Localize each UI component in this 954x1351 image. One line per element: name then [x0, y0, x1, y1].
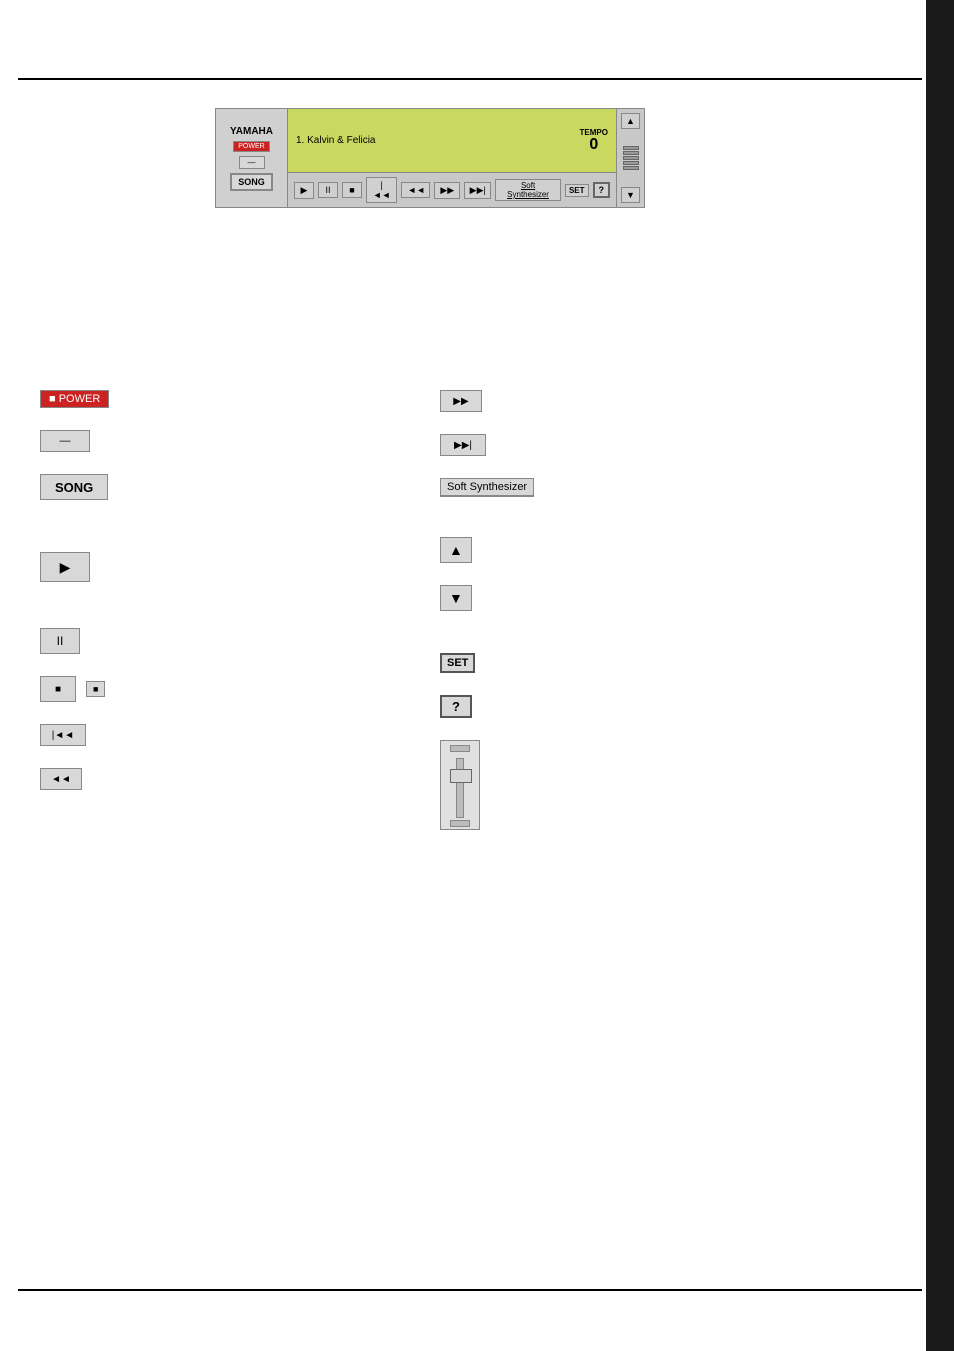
fast-forward-button[interactable]: ▶▶ — [440, 390, 482, 412]
down-arrow-item-group: ▼ — [440, 585, 780, 611]
skip-forward-button[interactable]: ▶▶| — [440, 434, 486, 456]
vol-bar-1 — [623, 146, 639, 150]
player-device: YAMAHA POWER — SONG 1. Kalvin & Felicia … — [215, 108, 645, 208]
play-btn-area: ▶ — [40, 552, 130, 582]
device-soft-synth-button[interactable]: Soft Synthesizer — [495, 179, 561, 201]
skip-fwd-btn-area: ▶▶| — [440, 434, 530, 456]
skip-back-item-group: |◄◄ — [40, 724, 380, 746]
question-item-group: ? — [440, 695, 780, 718]
device-play-button[interactable]: ▶ — [294, 182, 314, 199]
device-stop-button[interactable]: ■ — [342, 182, 362, 198]
device-skip-forward-button[interactable]: ▶▶| — [464, 182, 492, 199]
vol-bar-5 — [623, 166, 639, 170]
device-power-button[interactable]: POWER — [233, 141, 269, 152]
ff-btn-area: ▶▶ — [440, 390, 530, 412]
device-center-panel: 1. Kalvin & Felicia TEMPO 0 ▶ II ■ |◄◄ ◄… — [288, 109, 616, 207]
device-tempo-value: 0 — [589, 137, 598, 153]
device-question-button[interactable]: ? — [593, 182, 611, 198]
slider-bottom-cap — [450, 820, 470, 827]
device-tempo-area: TEMPO 0 — [580, 128, 608, 153]
volume-slider-area — [440, 740, 530, 830]
buttons-left-column: ■ POWER — SONG ▶ — [40, 390, 380, 852]
device-down-arrow-button[interactable]: ▼ — [621, 187, 640, 203]
down-arrow-btn-area: ▼ — [440, 585, 530, 611]
minus-button[interactable]: — — [40, 430, 90, 452]
device-right-panel: ▲ ▼ — [616, 109, 644, 207]
question-button[interactable]: ? — [440, 695, 472, 718]
spacer3 — [440, 519, 780, 537]
device-pause-button[interactable]: II — [318, 182, 338, 198]
play-button[interactable]: ▶ — [40, 552, 90, 582]
slider-thumb[interactable] — [450, 769, 472, 783]
pause-button[interactable]: II — [40, 628, 80, 654]
song-button[interactable]: SONG — [40, 474, 108, 500]
set-button[interactable]: SET — [440, 653, 475, 673]
up-arrow-button[interactable]: ▲ — [440, 537, 472, 563]
power-btn-area: ■ POWER — [40, 390, 130, 408]
question-btn-area: ? — [440, 695, 530, 718]
buttons-right-column: ▶▶ ▶▶| Soft Synthesizer ▲ — [440, 390, 780, 852]
rewind-button[interactable]: ◄◄ — [40, 768, 82, 790]
song-btn-area: SONG — [40, 474, 130, 500]
stop-button[interactable]: ■ — [40, 676, 76, 702]
spacer2 — [40, 604, 380, 628]
device-fast-forward-button[interactable]: ▶▶ — [434, 182, 459, 199]
rewind-btn-area: ◄◄ — [40, 768, 130, 790]
vol-bar-3 — [623, 156, 639, 160]
right-sidebar — [926, 0, 954, 1351]
rewind-item-group: ◄◄ — [40, 768, 380, 790]
vol-bar-2 — [623, 151, 639, 155]
set-item-group: SET — [440, 653, 780, 673]
vol-bar-4 — [623, 161, 639, 165]
minus-btn-area: — — [40, 430, 130, 452]
stop-item-group: ■ ■ — [40, 676, 380, 702]
device-up-arrow-button[interactable]: ▲ — [621, 113, 640, 129]
volume-slider-item-group — [440, 740, 780, 830]
soft-synth-btn-area: Soft Synthesizer — [440, 478, 534, 497]
set-btn-area: SET — [440, 653, 530, 673]
power-button[interactable]: ■ POWER — [40, 390, 109, 408]
stop-small-button[interactable]: ■ — [86, 681, 105, 697]
soft-synthesizer-button[interactable]: Soft Synthesizer — [440, 478, 534, 497]
pause-item-group: II — [40, 628, 380, 654]
spacer4 — [440, 633, 780, 653]
bottom-rule — [18, 1289, 922, 1291]
slider-track — [456, 758, 464, 818]
spacer1 — [40, 522, 380, 552]
skip-back-btn-area: |◄◄ — [40, 724, 130, 746]
skip-back-button[interactable]: |◄◄ — [40, 724, 86, 746]
device-controls-row: ▶ II ■ |◄◄ ◄◄ ▶▶ ▶▶| Soft Synthesizer SE… — [288, 173, 616, 207]
device-display: 1. Kalvin & Felicia TEMPO 0 — [288, 109, 616, 173]
device-minus-button[interactable]: — — [239, 156, 265, 169]
slider-top-cap — [450, 745, 470, 752]
device-song-button[interactable]: SONG — [230, 173, 273, 191]
skip-fwd-item-group: ▶▶| — [440, 434, 780, 456]
ff-item-group: ▶▶ — [440, 390, 780, 412]
power-item-group: ■ POWER — [40, 390, 380, 408]
up-arrow-item-group: ▲ — [440, 537, 780, 563]
up-arrow-btn-area: ▲ — [440, 537, 530, 563]
device-skip-back-button[interactable]: |◄◄ — [366, 177, 397, 203]
minus-item-group: — — [40, 430, 380, 452]
device-brand: YAMAHA — [230, 126, 273, 137]
soft-synth-item-group: Soft Synthesizer — [440, 478, 780, 497]
device-rewind-button[interactable]: ◄◄ — [401, 182, 430, 198]
volume-slider[interactable] — [440, 740, 480, 830]
buttons-section: ■ POWER — SONG ▶ — [40, 390, 914, 852]
device-display-text: 1. Kalvin & Felicia — [296, 135, 572, 146]
pause-btn-area: II — [40, 628, 130, 654]
play-item-group: ▶ — [40, 552, 380, 582]
top-rule — [18, 78, 922, 80]
device-volume-bars — [623, 146, 639, 170]
stop-btn-area: ■ ■ — [40, 676, 130, 702]
device-left-panel: YAMAHA POWER — SONG — [216, 109, 288, 207]
device-set-button[interactable]: SET — [565, 184, 589, 197]
down-arrow-button[interactable]: ▼ — [440, 585, 472, 611]
song-item-group: SONG — [40, 474, 380, 500]
